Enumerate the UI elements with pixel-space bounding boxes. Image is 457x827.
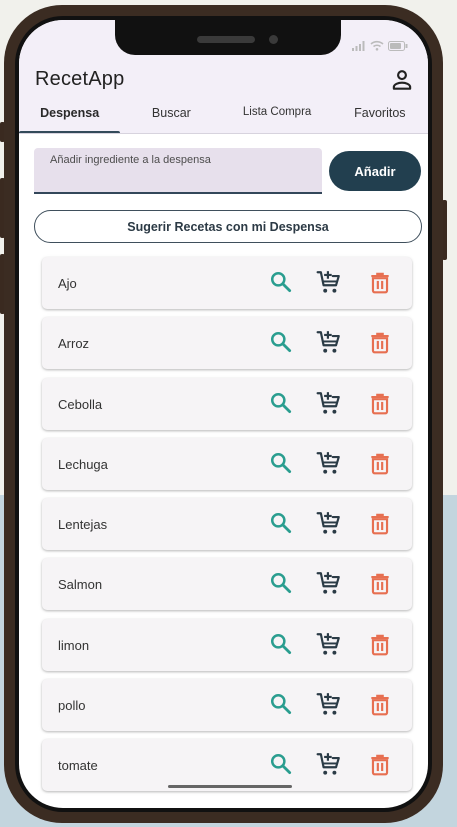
pantry-item: Salmon [42, 558, 412, 611]
search-icon[interactable] [268, 269, 294, 295]
add-to-cart-icon[interactable] [316, 450, 342, 476]
pantry-item-name: Lechuga [58, 456, 108, 472]
app-title: RecetApp [35, 68, 125, 90]
trash-icon[interactable] [367, 631, 393, 657]
ingredient-input[interactable] [34, 148, 322, 192]
add-to-cart-icon[interactable] [316, 691, 342, 717]
pantry-item-name: Arroz [58, 336, 90, 352]
add-to-cart-icon[interactable] [316, 269, 342, 295]
add-to-cart-icon[interactable] [316, 390, 342, 416]
phone-frame: RecetApp Despensa Buscar Lista Compra Fa… [4, 5, 443, 823]
front-camera [269, 35, 278, 44]
add-to-cart-icon[interactable] [316, 751, 342, 777]
search-icon[interactable] [268, 390, 294, 416]
signal-icon [352, 40, 365, 51]
person-icon[interactable] [389, 67, 415, 93]
trash-icon[interactable] [367, 269, 393, 295]
status-bar-icons [352, 40, 408, 51]
phone-notch [115, 20, 341, 55]
search-icon[interactable] [268, 510, 294, 536]
pantry-item: limon [42, 618, 412, 671]
search-icon[interactable] [268, 751, 294, 777]
tab-bar: Despensa Buscar Lista Compra Favoritos [19, 106, 428, 134]
trash-icon[interactable] [367, 390, 393, 416]
battery-icon [388, 40, 408, 51]
search-icon[interactable] [268, 450, 294, 476]
pantry-item-name: pollo [58, 698, 86, 714]
tab-favoritos[interactable]: Favoritos [332, 106, 428, 134]
pantry-item: tomate [42, 739, 412, 792]
pantry-item: Lentejas [42, 498, 412, 551]
search-icon[interactable] [268, 691, 294, 717]
pantry-item: Lechuga [42, 437, 412, 490]
search-icon[interactable] [268, 329, 294, 355]
phone-bezel: RecetApp Despensa Buscar Lista Compra Fa… [15, 16, 432, 812]
trash-icon[interactable] [367, 510, 393, 536]
pantry-item: pollo [42, 679, 412, 732]
trash-icon[interactable] [367, 570, 393, 596]
pantry-item: Arroz [42, 317, 412, 370]
trash-icon[interactable] [367, 450, 393, 476]
pantry-item-name: Ajo [58, 276, 77, 291]
speaker-grille [197, 36, 255, 43]
tab-divider [19, 133, 428, 134]
wifi-icon [370, 40, 384, 51]
pantry-list: Ajo Arroz Cebolla Lechuga Lentejas Salmon limo… [42, 257, 412, 800]
trash-icon[interactable] [367, 329, 393, 355]
add-ingredient-button[interactable]: Añadir [329, 151, 421, 191]
suggest-recipes-button[interactable]: Sugerir Recetas con mi Despensa [34, 210, 422, 243]
ingredient-input-field[interactable] [34, 148, 322, 194]
pantry-item-name: tomate [58, 758, 98, 774]
pantry-item-name: Lentejas [58, 517, 108, 533]
add-to-cart-icon[interactable] [316, 631, 342, 657]
trash-icon[interactable] [367, 691, 393, 717]
tab-despensa[interactable]: Despensa [19, 106, 121, 134]
tab-buscar[interactable]: Buscar [120, 106, 222, 134]
tab-lista-compra[interactable]: Lista Compra [223, 106, 332, 134]
search-icon[interactable] [268, 631, 294, 657]
add-to-cart-icon[interactable] [316, 570, 342, 596]
app-screen: RecetApp Despensa Buscar Lista Compra Fa… [19, 20, 428, 808]
home-indicator[interactable] [168, 785, 292, 788]
pantry-item: Ajo [42, 257, 412, 309]
add-to-cart-icon[interactable] [316, 329, 342, 355]
pantry-item-name: Cebolla [58, 396, 103, 412]
search-icon[interactable] [268, 570, 294, 596]
trash-icon[interactable] [367, 751, 393, 777]
pantry-item-name: Salmon [58, 577, 103, 593]
pantry-item-name: limon [58, 637, 90, 653]
add-to-cart-icon[interactable] [316, 510, 342, 536]
pantry-item: Cebolla [42, 377, 412, 430]
